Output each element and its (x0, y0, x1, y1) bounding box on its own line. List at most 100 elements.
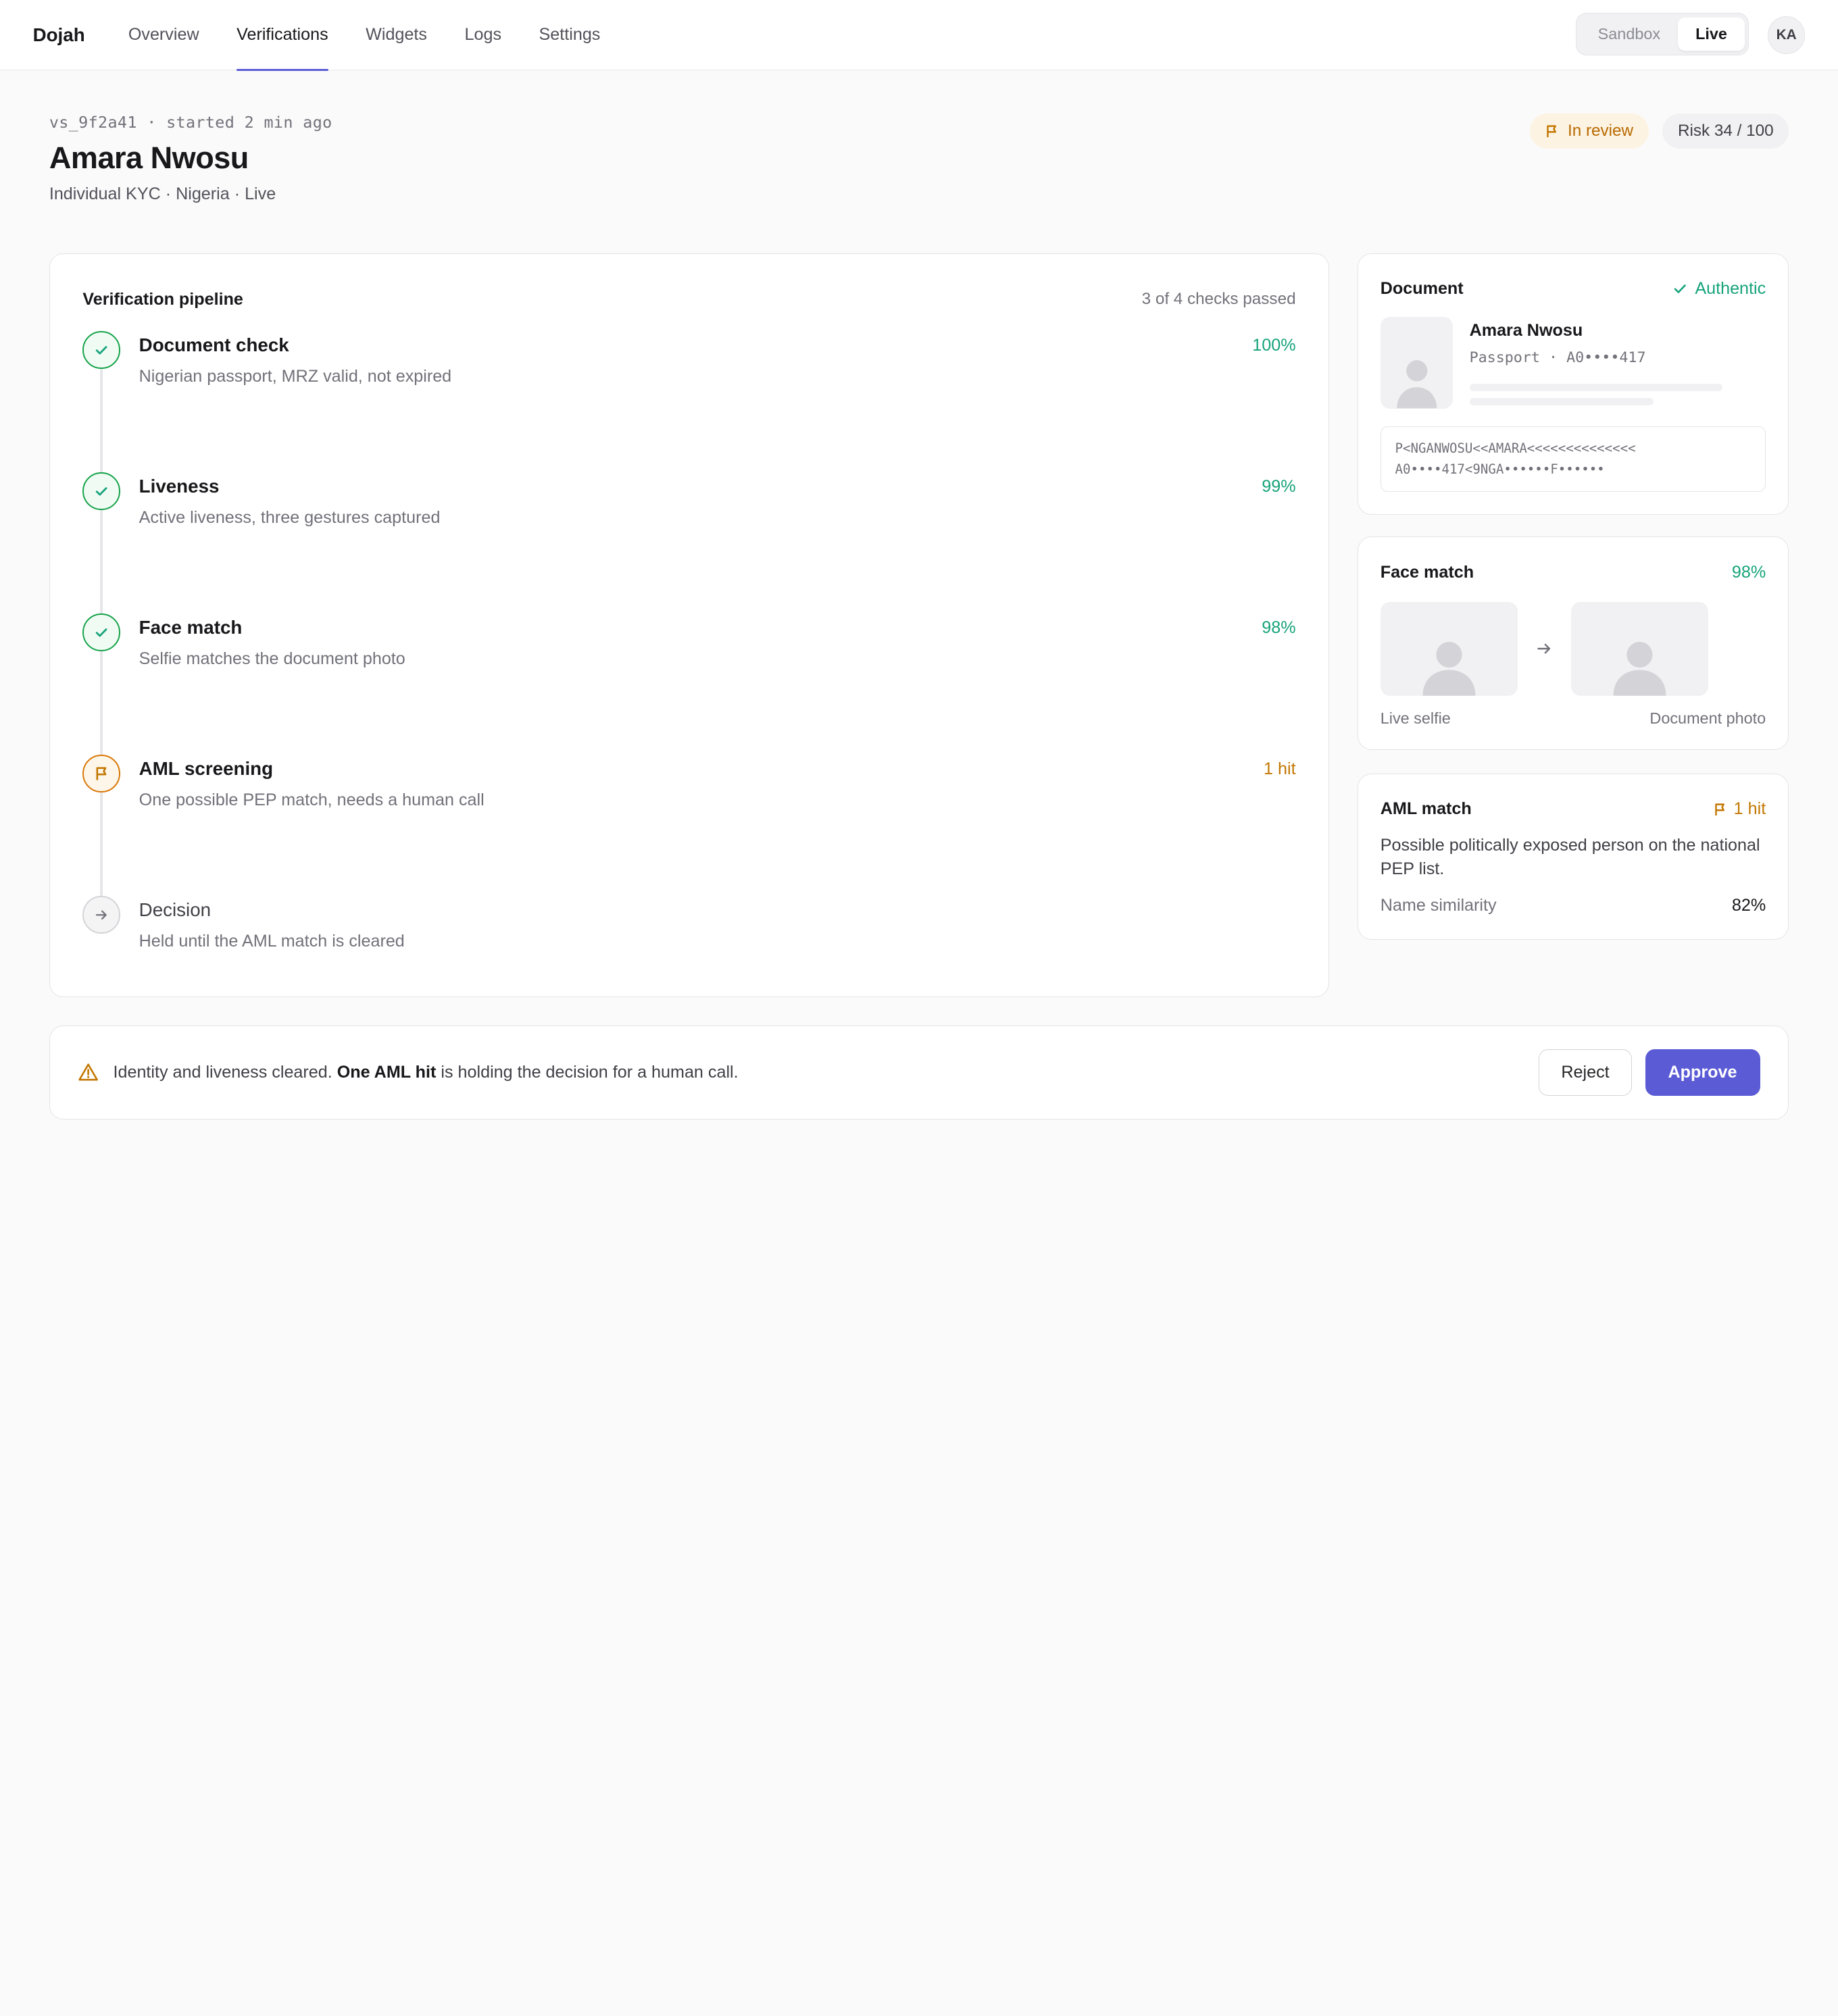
step-description: Nigerian passport, MRZ valid, not expire… (139, 366, 452, 386)
name-similarity-label: Name similarity (1380, 896, 1497, 915)
env-live-option[interactable]: Live (1678, 18, 1745, 51)
face-match-card: Face match 98% Live selfie Document phot… (1357, 536, 1789, 751)
person-placeholder-icon (1613, 641, 1666, 696)
step-face-match[interactable]: Face match Selfie matches the document p… (82, 613, 1296, 755)
step-decision[interactable]: Decision Held until the AML match is cle… (82, 896, 1295, 1037)
check-icon (82, 613, 120, 651)
nav-overview[interactable]: Overview (128, 0, 199, 70)
step-name: Document check (139, 334, 289, 356)
skeleton-line (1469, 384, 1723, 391)
nav-settings[interactable]: Settings (539, 0, 601, 70)
step-name: AML screening (139, 758, 274, 780)
flag-icon (1715, 803, 1725, 815)
step-score: 100% (1252, 336, 1296, 355)
page-subtitle: Individual KYC · Nigeria · Live (49, 184, 276, 203)
environment-toggle: Sandbox Live (1576, 13, 1749, 55)
status-badge-label: In review (1567, 122, 1634, 141)
aml-description: Possible politically exposed person on t… (1380, 836, 1760, 879)
document-photo-label: Document photo (1649, 709, 1766, 728)
env-sandbox-option[interactable]: Sandbox (1581, 18, 1678, 51)
person-placeholder-icon (1422, 641, 1476, 696)
decision-message-prefix: Identity and liveness cleared. (113, 1062, 332, 1082)
aml-hits: 1 hit (1714, 799, 1766, 819)
pipeline-header: Verification pipeline 3 of 4 checks pass… (82, 286, 1295, 312)
aml-card-title: AML match (1380, 799, 1472, 819)
step-description: Selfie matches the document photo (139, 649, 405, 669)
step-score: 98% (1262, 618, 1296, 638)
check-icon (1674, 284, 1687, 294)
step-document-check[interactable]: Document check Nigerian passport, MRZ va… (82, 331, 1296, 472)
decision-message-highlight: One AML hit (337, 1062, 437, 1082)
reject-button[interactable]: Reject (1538, 1049, 1633, 1096)
step-score: 99% (1262, 477, 1296, 497)
document-summary: Amara Nwosu Passport · A0••••417 (1380, 317, 1766, 409)
step-body: Document check Nigerian passport, MRZ va… (139, 331, 1296, 472)
top-nav: Dojah Overview Verifications Widgets Log… (0, 0, 1838, 72)
aml-card-header: AML match 1 hit (1381, 799, 1766, 820)
user-avatar[interactable]: KA (1767, 16, 1806, 54)
face-match-score: 98% (1731, 563, 1766, 582)
document-card: Document Authentic Amara Nwosu Passport … (1357, 253, 1789, 515)
live-selfie-photo[interactable] (1380, 601, 1518, 696)
nav-verifications[interactable]: Verifications (237, 0, 328, 72)
face-labels: Live selfie Document photo (1381, 709, 1766, 728)
face-comparison (1380, 601, 1766, 696)
step-body: Liveness Active liveness, three gestures… (139, 472, 1296, 613)
face-match-title: Face match (1380, 563, 1474, 582)
arrow-right-icon (1518, 640, 1572, 657)
flag-icon (1547, 125, 1556, 137)
check-icon (82, 472, 120, 510)
check-icon (82, 331, 120, 369)
name-similarity-row: Name similarity 82% (1381, 896, 1766, 915)
status-badge: In review (1530, 114, 1649, 149)
skeleton-line (1469, 398, 1654, 405)
nav-logs[interactable]: Logs (465, 0, 502, 70)
header-badges: In review Risk 34 / 100 (1530, 114, 1789, 149)
nav-widgets[interactable]: Widgets (366, 0, 427, 70)
step-description: Held until the AML match is cleared (139, 932, 405, 951)
mrz-line-1: P<NGANWOSU<<AMARA<<<<<<<<<<<<<< (1395, 441, 1636, 456)
step-body: Face match Selfie matches the document p… (139, 613, 1296, 755)
decision-action-bar: Identity and liveness cleared. One AML h… (49, 1025, 1789, 1119)
mrz-block: P<NGANWOSU<<AMARA<<<<<<<<<<<<<< A0••••41… (1380, 426, 1766, 492)
document-info: Amara Nwosu Passport · A0••••417 (1469, 317, 1766, 408)
main-nav: Overview Verifications Widgets Logs Sett… (128, 0, 638, 72)
arrow-right-icon (82, 896, 120, 934)
authentic-status: Authentic (1672, 279, 1766, 299)
step-body: Decision Held until the AML match is cle… (139, 896, 1296, 1037)
step-name: Decision (139, 899, 212, 921)
session-meta: vs_9f2a41 · started 2 min ago (49, 112, 332, 132)
pipeline-title: Verification pipeline (82, 289, 243, 309)
document-card-header: Document Authentic (1381, 278, 1766, 299)
step-aml-screening[interactable]: AML screening One possible PEP match, ne… (82, 755, 1296, 896)
step-body: AML screening One possible PEP match, ne… (139, 755, 1296, 896)
decision-message-suffix: is holding the decision for a human call… (441, 1062, 739, 1082)
risk-badge: Risk 34 / 100 (1662, 114, 1789, 149)
document-photo[interactable] (1380, 317, 1454, 409)
approve-button[interactable]: Approve (1645, 1049, 1760, 1096)
page-header: vs_9f2a41 · started 2 min ago Amara Nwos… (49, 113, 332, 204)
step-name: Face match (139, 617, 243, 638)
pipeline-summary: 3 of 4 checks passed (1141, 290, 1296, 309)
step-description: One possible PEP match, needs a human ca… (139, 790, 485, 810)
live-selfie-label: Live selfie (1380, 709, 1451, 728)
brand-logo[interactable]: Dojah (33, 24, 85, 46)
verification-pipeline-card: Verification pipeline 3 of 4 checks pass… (49, 253, 1330, 998)
warning-icon (78, 1063, 99, 1081)
step-hits: 1 hit (1264, 759, 1296, 779)
document-holder-name: Amara Nwosu (1469, 320, 1583, 340)
page-title: Amara Nwosu (49, 141, 249, 176)
pipeline-steps: Document check Nigerian passport, MRZ va… (82, 331, 1296, 1037)
aml-hits-label: 1 hit (1733, 799, 1766, 819)
person-placeholder-icon (1397, 360, 1437, 409)
step-liveness[interactable]: Liveness Active liveness, three gestures… (82, 472, 1296, 613)
step-description: Active liveness, three gestures captured (139, 508, 441, 527)
step-name: Liveness (139, 476, 220, 497)
authentic-label: Authentic (1695, 279, 1766, 299)
aml-match-card: AML match 1 hit Possible politically exp… (1357, 773, 1789, 940)
document-face-photo[interactable] (1571, 601, 1709, 696)
name-similarity-value: 82% (1731, 896, 1766, 915)
document-card-title: Document (1380, 279, 1464, 299)
flag-icon (82, 755, 120, 792)
decision-message: Identity and liveness cleared. One AML h… (114, 1063, 1539, 1082)
